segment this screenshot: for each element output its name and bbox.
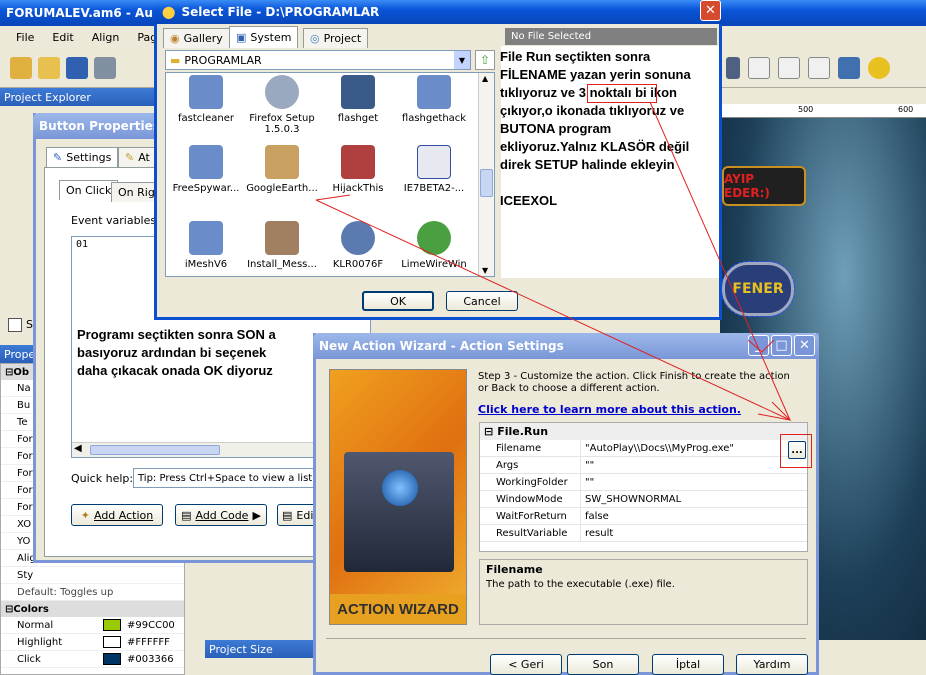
arrow-to-ellipsis-3 (315, 194, 351, 201)
arrow-head-small (747, 339, 775, 353)
arrow-to-ellipsis-1 (649, 101, 791, 421)
arrow-to-ellipsis-2 (315, 199, 791, 421)
annotation-arrows (315, 101, 792, 421)
